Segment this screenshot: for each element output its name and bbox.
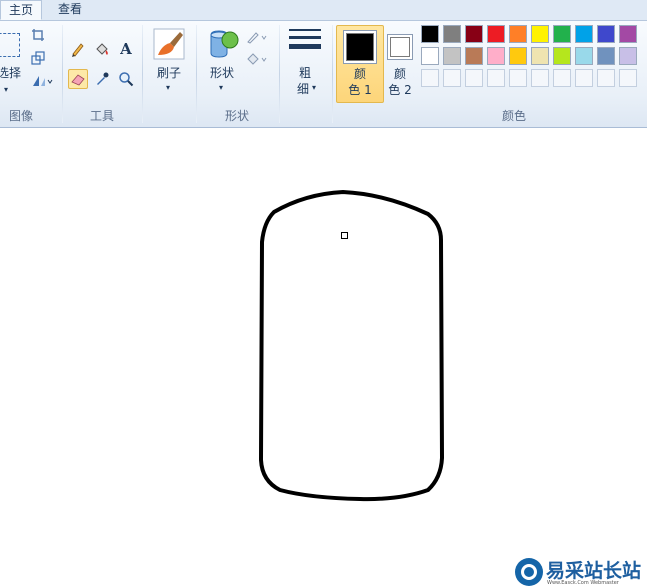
shapes-button[interactable]: 形状 ▾: [202, 25, 242, 101]
fill-button[interactable]: [92, 39, 112, 59]
palette-swatch[interactable]: [487, 47, 505, 65]
rotate-icon: [33, 76, 53, 86]
palette-swatch[interactable]: [487, 25, 505, 43]
watermark: 易采站长站 Www.Easck.Com Webmaster: [513, 556, 647, 588]
palette-swatch[interactable]: [531, 25, 549, 43]
palette-swatch[interactable]: [619, 47, 637, 65]
custom-color-slot[interactable]: [421, 69, 439, 87]
size-button[interactable]: 粗 细 ▾: [284, 25, 326, 103]
palette-swatch[interactable]: [575, 47, 593, 65]
palette-swatch[interactable]: [465, 25, 483, 43]
custom-color-slot[interactable]: [509, 69, 527, 87]
watermark-logo-icon: [515, 558, 543, 586]
separator: [332, 25, 333, 123]
brushes-button[interactable]: 刷子 ▾: [148, 25, 190, 101]
select-tool-button[interactable]: 选择 ▾: [0, 25, 26, 99]
palette-swatch[interactable]: [443, 47, 461, 65]
image-group-label: 图像: [8, 109, 33, 123]
palette-swatch[interactable]: [421, 47, 439, 65]
palette-swatch[interactable]: [575, 25, 593, 43]
color2-button[interactable]: 颜 色 2: [376, 25, 424, 103]
pencil-button[interactable]: [68, 39, 88, 59]
ribbon-tabs: 主页 查看: [0, 0, 647, 21]
custom-color-slot[interactable]: [619, 69, 637, 87]
line-size-icon: [289, 29, 321, 49]
eraser-icon: [71, 74, 85, 86]
canvas-drawing: [259, 190, 444, 502]
tab-home[interactable]: 主页: [0, 0, 42, 20]
brushes-label: 刷子: [156, 66, 181, 80]
palette-swatch[interactable]: [443, 25, 461, 43]
resize-icon: [31, 51, 45, 65]
watermark-subtitle: Www.Easck.Com Webmaster: [547, 580, 619, 586]
color2-swatch: [387, 34, 413, 60]
chevron-down-icon: ▾: [312, 83, 317, 92]
palette-swatch[interactable]: [509, 25, 527, 43]
palette-swatch[interactable]: [597, 47, 615, 65]
color1-swatch: [343, 30, 377, 64]
chevron-down-icon: ▾: [219, 83, 224, 92]
ribbon: 选择 ▾ 图像 A 工具 刷子 ▾ 形状 ▾ 形状 粗 细 ▾ 颜 色 1 颜 …: [0, 21, 647, 128]
palette-swatch[interactable]: [553, 47, 571, 65]
outline-pencil-icon: [247, 32, 267, 44]
tools-group-label: 工具: [89, 109, 114, 123]
outline-button[interactable]: [244, 27, 272, 47]
palette-swatch[interactable]: [553, 25, 571, 43]
text-a-icon: A: [120, 40, 132, 58]
text-button[interactable]: A: [116, 39, 136, 59]
color2-label-line1: 颜: [393, 67, 406, 81]
drawing-canvas[interactable]: [0, 128, 647, 588]
size-label-line1: 粗: [298, 66, 311, 80]
rotate-button[interactable]: [28, 71, 56, 91]
fill-shape-button[interactable]: [244, 49, 272, 69]
color2-label-line2: 色 2: [388, 83, 412, 97]
separator: [142, 25, 143, 123]
eyedropper-icon: [97, 72, 109, 85]
palette-swatch[interactable]: [531, 47, 549, 65]
custom-color-slot[interactable]: [531, 69, 549, 87]
eraser-button[interactable]: [68, 69, 88, 89]
custom-color-slot[interactable]: [443, 69, 461, 87]
crop-button[interactable]: [28, 25, 48, 45]
custom-color-slot[interactable]: [553, 69, 571, 87]
crop-icon: [32, 29, 44, 41]
custom-color-slot[interactable]: [465, 69, 483, 87]
brush-icon: [153, 28, 185, 60]
shapes-group-label: 形状: [224, 109, 249, 123]
drawn-rounded-shape: [259, 190, 444, 502]
magnifier-icon: [119, 72, 134, 87]
select-rectangle-icon: [0, 33, 20, 57]
separator: [196, 25, 197, 123]
size-label-line2: 细: [296, 82, 309, 96]
pencil-icon: [72, 43, 84, 57]
chevron-down-icon: ▾: [166, 83, 171, 92]
custom-color-slot[interactable]: [575, 69, 593, 87]
separator: [279, 25, 280, 123]
tab-view[interactable]: 查看: [48, 0, 92, 20]
palette-swatch[interactable]: [619, 25, 637, 43]
custom-color-slot[interactable]: [597, 69, 615, 87]
paint-bucket-icon: [96, 43, 108, 55]
palette-swatch[interactable]: [465, 47, 483, 65]
cursor-marker: [341, 232, 348, 239]
select-label: 选择: [0, 66, 21, 80]
palette-swatch[interactable]: [509, 47, 527, 65]
chevron-down-icon: ▾: [4, 85, 9, 94]
fill-bucket-icon: [247, 53, 267, 65]
shapes-label: 形状: [209, 66, 234, 80]
resize-button[interactable]: [28, 48, 48, 68]
watermark-title: 易采站长站: [546, 560, 642, 582]
color-picker-button[interactable]: [92, 69, 112, 89]
custom-color-slot[interactable]: [487, 69, 505, 87]
colors-group-label: 颜色: [501, 109, 526, 123]
shapes-icon: [210, 30, 239, 58]
palette-swatch[interactable]: [597, 25, 615, 43]
magnifier-button[interactable]: [116, 69, 136, 89]
palette-swatch[interactable]: [421, 25, 439, 43]
separator: [62, 25, 63, 123]
